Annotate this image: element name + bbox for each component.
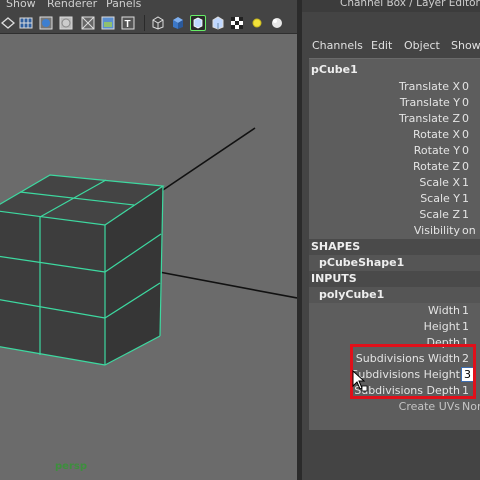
- sphere-icon[interactable]: [269, 15, 285, 31]
- shapes-section: SHAPES: [309, 239, 480, 255]
- channel-label: Subdivisions Depth: [354, 384, 460, 397]
- channel-row[interactable]: Visibility on: [309, 223, 480, 239]
- channel-value[interactable]: 1: [462, 304, 480, 317]
- channel-value[interactable]: 0: [462, 96, 480, 109]
- grid-icon[interactable]: [18, 15, 34, 31]
- channel-label: Depth: [426, 336, 460, 349]
- input-channel-row[interactable]: Height 1: [309, 319, 480, 335]
- menu-edit[interactable]: Edit: [371, 39, 392, 52]
- channel-value[interactable]: 1: [462, 192, 480, 205]
- channel-value[interactable]: 0: [462, 112, 480, 125]
- shaded-icon[interactable]: [58, 15, 74, 31]
- channel-value[interactable]: 2: [462, 352, 480, 365]
- menu-object[interactable]: Object: [404, 39, 440, 52]
- input-name[interactable]: polyCube1: [319, 288, 384, 301]
- light-icon[interactable]: [249, 15, 265, 31]
- menu-show[interactable]: Show: [451, 39, 480, 52]
- image-plane-icon[interactable]: [100, 15, 116, 31]
- cube-shaded-icon[interactable]: [170, 15, 186, 31]
- channel-row[interactable]: Rotate Y0: [309, 143, 480, 159]
- menu-renderer[interactable]: Renderer: [47, 0, 97, 10]
- input-channel-row[interactable]: Subdivisions Height 3: [309, 367, 480, 383]
- panel-title: Channel Box / Layer Editor: [340, 0, 480, 9]
- channel-value[interactable]: 1: [462, 320, 480, 333]
- channel-row[interactable]: Rotate Z0: [309, 159, 480, 175]
- channel-label: Create UVs: [398, 400, 460, 413]
- channel-label: Scale Y: [420, 192, 460, 205]
- viewport-panel: Show Renderer Panels T persp: [0, 0, 297, 480]
- channel-row[interactable]: Scale Y1: [309, 191, 480, 207]
- input-channel-row[interactable]: Width 1: [309, 303, 480, 319]
- channel-label: Width: [428, 304, 460, 317]
- menu-channels[interactable]: Channels: [312, 39, 363, 52]
- channel-value[interactable]: 0: [462, 128, 480, 141]
- toolbar-separator: [144, 15, 145, 31]
- panel-title-bar: Channel Box / Layer Editor: [302, 0, 480, 12]
- svg-text:T: T: [125, 19, 131, 30]
- channel-label: Scale X: [419, 176, 460, 189]
- channel-value[interactable]: 1: [462, 176, 480, 189]
- channel-label: Visibility: [413, 224, 460, 237]
- input-node[interactable]: polyCube1: [309, 287, 480, 303]
- checker-icon[interactable]: [229, 15, 245, 31]
- camera-label: persp: [55, 461, 87, 472]
- input-channel-row[interactable]: Create UVs Nor: [309, 399, 480, 415]
- channel-value[interactable]: 0: [462, 80, 480, 93]
- channel-row[interactable]: Scale X1: [309, 175, 480, 191]
- menu-show[interactable]: Show: [6, 0, 36, 10]
- menu-panels[interactable]: Panels: [106, 0, 141, 10]
- channel-box-menubar: Channels Edit Object Show: [302, 36, 480, 56]
- smooth-shade-icon[interactable]: [38, 15, 54, 31]
- channel-row[interactable]: Translate Y0: [309, 95, 480, 111]
- channel-row[interactable]: Translate X0: [309, 79, 480, 95]
- channel-label: Subdivisions Width: [355, 352, 460, 365]
- channel-label: Rotate Y: [413, 144, 460, 157]
- channel-label: Rotate X: [412, 128, 460, 141]
- cube-front-face: [0, 211, 105, 365]
- channel-list: pCube1 Translate X0 Translate Y0 Transla…: [309, 58, 480, 430]
- shapes-header: SHAPES: [311, 240, 361, 253]
- channel-value[interactable]: 0: [462, 144, 480, 157]
- channel-row[interactable]: Scale Z1: [309, 207, 480, 223]
- viewport-menubar: Show Renderer Panels: [0, 0, 297, 12]
- xray-icon[interactable]: [80, 15, 96, 31]
- channel-row[interactable]: Rotate X0: [309, 127, 480, 143]
- channel-label: Translate Y: [399, 96, 460, 109]
- isolate-select-icon[interactable]: [190, 15, 206, 31]
- mouse-cursor-icon: [352, 369, 368, 397]
- subdivisions-height-field[interactable]: 3: [461, 367, 475, 382]
- inputs-section: INPUTS: [309, 271, 480, 287]
- viewport-toolbar: T: [0, 12, 297, 34]
- channel-row[interactable]: Translate Z0: [309, 111, 480, 127]
- channel-label: Translate Z: [399, 112, 460, 125]
- cube-wire-icon[interactable]: [150, 15, 166, 31]
- shape-name[interactable]: pCubeShape1: [319, 256, 404, 269]
- channel-label: Height: [423, 320, 460, 333]
- 3d-scene[interactable]: persp: [0, 34, 297, 480]
- channel-value[interactable]: 1: [462, 384, 480, 397]
- channel-value[interactable]: on: [462, 224, 480, 237]
- channel-label: Scale Z: [419, 208, 460, 221]
- shape-node[interactable]: pCubeShape1: [309, 255, 480, 271]
- channel-label: Rotate Z: [412, 160, 460, 173]
- channel-value[interactable]: 1: [462, 336, 480, 349]
- cube-textured-icon[interactable]: [210, 15, 226, 31]
- channel-label: Translate X: [399, 80, 460, 93]
- channel-box-panel: Channel Box / Layer Editor Channels Edit…: [302, 0, 480, 480]
- input-channel-row[interactable]: Subdivisions Depth 1: [309, 383, 480, 399]
- object-name[interactable]: pCube1: [311, 63, 358, 76]
- channel-value[interactable]: Nor: [462, 400, 480, 413]
- cube-render: [0, 127, 297, 366]
- wireframe-icon[interactable]: [0, 15, 16, 31]
- guide-line: [159, 127, 256, 193]
- channel-value[interactable]: 0: [462, 160, 480, 173]
- input-channel-row[interactable]: Subdivisions Width 2: [309, 351, 480, 367]
- inputs-header: INPUTS: [311, 272, 357, 285]
- input-channel-row[interactable]: Depth 1: [309, 335, 480, 351]
- texture-icon[interactable]: T: [120, 15, 136, 31]
- channel-value[interactable]: 1: [462, 208, 480, 221]
